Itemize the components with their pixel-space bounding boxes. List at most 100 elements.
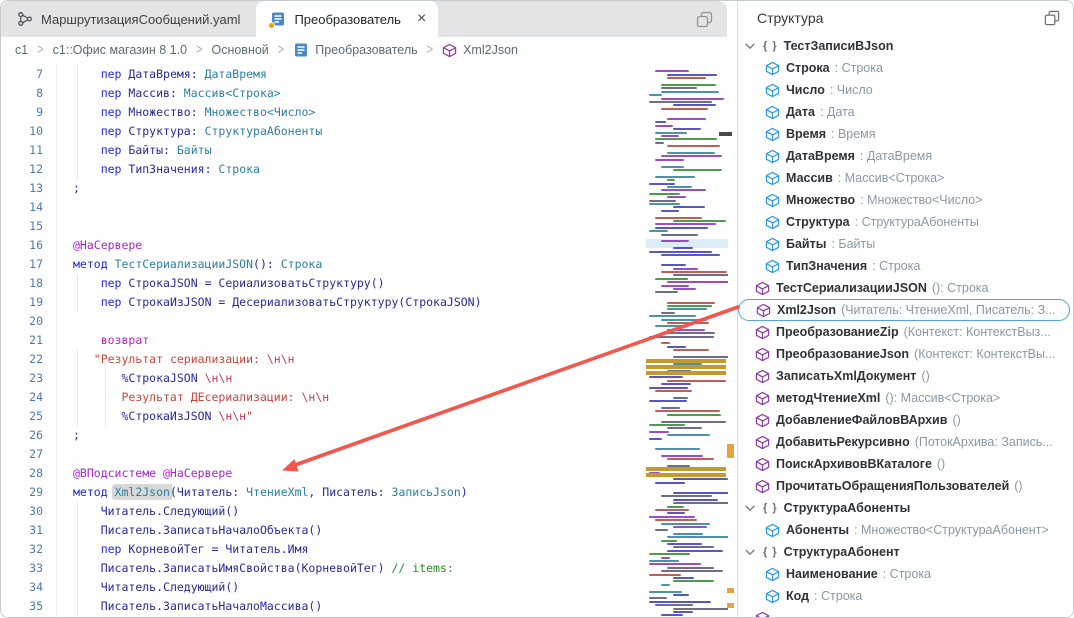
code-line[interactable]: 23 %СтрокаJSON \н\н	[1, 369, 737, 388]
code-line[interactable]: 33 Писатель.ЗаписатьИмяСвойства(Корневой…	[1, 559, 737, 578]
line-number[interactable]: 19	[1, 293, 43, 312]
tree-item-Наименование[interactable]: Наименование: Строка	[738, 563, 1074, 585]
code-line[interactable]: 19 пер СтрокаИзJSON = ДесериализоватьСтр…	[1, 293, 737, 312]
code-line[interactable]: 9 пер Множество: Множество<Число>	[1, 103, 737, 122]
tree-item-Число[interactable]: Число: Число	[738, 79, 1074, 101]
code-line[interactable]: 10 пер Структура: СтруктураАбоненты	[1, 122, 737, 141]
line-number[interactable]: 31	[1, 521, 43, 540]
tree-item-СтруктураАбонент[interactable]: { }СтруктураАбонент	[738, 541, 1074, 563]
code-line[interactable]: 13;	[1, 179, 737, 198]
breadcrumb-item[interactable]: Преобразователь	[293, 42, 417, 58]
line-number[interactable]: 20	[1, 312, 43, 331]
tree-item-partial[interactable]	[738, 607, 1074, 618]
line-number[interactable]: 8	[1, 84, 43, 103]
tree-item-ПоискАрхивовВКаталоге[interactable]: ПоискАрхивовВКаталоге()	[738, 453, 1074, 475]
tree-item-ЗаписатьXmlДокумент[interactable]: ЗаписатьXmlДокумент()	[738, 365, 1074, 387]
code-line[interactable]: 22 "Результат сериализации: \н\н	[1, 350, 737, 369]
code-line[interactable]: 30 Читатель.Следующий()	[1, 502, 737, 521]
line-number[interactable]: 30	[1, 502, 43, 521]
line-number[interactable]: 33	[1, 559, 43, 578]
tree-item-Xml2Json[interactable]: Xml2Json(Читатель: ЧтениеXml, Писатель: …	[738, 299, 1070, 321]
line-number[interactable]: 32	[1, 540, 43, 559]
code-editor[interactable]: 7 пер ДатаВремя: ДатаВремя8 пер Массив: …	[1, 63, 737, 618]
code-line[interactable]: 24 Результат ДЕсериализации: \н\н	[1, 388, 737, 407]
line-number[interactable]: 10	[1, 122, 43, 141]
code-line[interactable]: 32 пер КорневойТег = Читатель.Имя	[1, 540, 737, 559]
line-number[interactable]: 16	[1, 236, 43, 255]
code-line[interactable]: 8 пер Массив: Массив<Строка>	[1, 84, 737, 103]
line-number[interactable]: 22	[1, 350, 43, 369]
tree-item-Время[interactable]: Время: Время	[738, 123, 1074, 145]
code-line[interactable]: 20	[1, 312, 737, 331]
tree-item-ПреобразованиеJson[interactable]: ПреобразованиеJson(Контекст: КонтекстВы.…	[738, 343, 1074, 365]
code-line[interactable]: 26;	[1, 426, 737, 445]
line-number[interactable]: 29	[1, 483, 43, 502]
overview-ruler-mark[interactable]	[727, 588, 734, 593]
line-number[interactable]: 13	[1, 179, 43, 198]
tree-item-Байты[interactable]: Байты: Байты	[738, 233, 1074, 255]
code-line[interactable]: 31 Писатель.ЗаписатьНачалоОбъекта()	[1, 521, 737, 540]
minimap[interactable]	[646, 63, 728, 618]
line-number[interactable]: 28	[1, 464, 43, 483]
line-number[interactable]: 18	[1, 274, 43, 293]
code-line[interactable]: 27	[1, 445, 737, 464]
line-number[interactable]: 24	[1, 388, 43, 407]
overview-ruler-mark[interactable]	[719, 132, 732, 136]
line-number[interactable]: 7	[1, 65, 43, 84]
tree-item-ТестЗаписиВJson[interactable]: { }ТестЗаписиВJson	[738, 35, 1074, 57]
code-line[interactable]: 16@НаСервере	[1, 236, 737, 255]
line-number[interactable]: 26	[1, 426, 43, 445]
tree-item-ДобавлениеФайловВАрхив[interactable]: ДобавлениеФайловВАрхив()	[738, 409, 1074, 431]
overview-ruler-mark[interactable]	[727, 603, 734, 608]
tab-1[interactable]: МаршрутизацияСообщений.yaml	[1, 1, 256, 37]
code-line[interactable]: 15	[1, 217, 737, 236]
code-line[interactable]: 17метод ТестСериализацииJSON(): Строка	[1, 255, 737, 274]
line-number[interactable]: 15	[1, 217, 43, 236]
tree-item-Дата[interactable]: Дата: Дата	[738, 101, 1074, 123]
code-line[interactable]: 11 пер Байты: Байты	[1, 141, 737, 160]
breadcrumb-item[interactable]: c1::Офис магазин 8 1.0	[53, 43, 187, 57]
tree-item-методЧтениеXml[interactable]: методЧтениеXml(): Массив<Строка>	[738, 387, 1074, 409]
tab-2[interactable]: Преобразователь×	[256, 1, 438, 37]
code-line[interactable]: 7 пер ДатаВремя: ДатаВремя	[1, 65, 737, 84]
tree-item-СтруктураАбоненты[interactable]: { }СтруктураАбоненты	[738, 497, 1074, 519]
code-line[interactable]: 18 пер СтрокаJSON = СериализоватьСтрукту…	[1, 274, 737, 293]
tree-item-Структура[interactable]: Структура: СтруктураАбоненты	[738, 211, 1074, 233]
code-line[interactable]: 14	[1, 198, 737, 217]
code-line[interactable]: 34 Читатель.Следующий()	[1, 578, 737, 597]
breadcrumb-item[interactable]: Основной	[211, 43, 268, 57]
overview-ruler-mark[interactable]	[727, 444, 734, 458]
tree-item-Абоненты[interactable]: Абоненты: Множество<СтруктураАбонент>	[738, 519, 1074, 541]
tree-item-ТипЗначения[interactable]: ТипЗначения: Строка	[738, 255, 1074, 277]
tree-item-ДобавитьРекурсивно[interactable]: ДобавитьРекурсивно(ПотокАрхива: Запись..…	[738, 431, 1074, 453]
tree-item-Код[interactable]: Код: Строка	[738, 585, 1074, 607]
line-number[interactable]: 17	[1, 255, 43, 274]
code-line[interactable]: 12 пер ТипЗначения: Строка	[1, 160, 737, 179]
tree-item-ТестСериализацииJSON[interactable]: ТестСериализацииJSON(): Строка	[738, 277, 1074, 299]
tree-item-Множество[interactable]: Множество: Множество<Число>	[738, 189, 1074, 211]
line-number[interactable]: 21	[1, 331, 43, 350]
line-number[interactable]: 27	[1, 445, 43, 464]
tree-item-ПреобразованиеZip[interactable]: ПреобразованиеZip(Контекст: КонтекстВыз.…	[738, 321, 1074, 343]
line-number[interactable]: 25	[1, 407, 43, 426]
code-line[interactable]: 35 Писатель.ЗаписатьНачалоМассива()	[1, 597, 737, 616]
tree-item-ПрочитатьОбращенияПользователей[interactable]: ПрочитатьОбращенияПользователей()	[738, 475, 1074, 497]
line-number[interactable]: 11	[1, 141, 43, 160]
dock-panel-button[interactable]	[1044, 10, 1060, 26]
code-line[interactable]: 21 возврат	[1, 331, 737, 350]
tree-item-Строка[interactable]: Строка: Строка	[738, 57, 1074, 79]
code-line[interactable]: 25 %СтрокаИзJSON \н\н"	[1, 407, 737, 426]
line-number[interactable]: 35	[1, 597, 43, 616]
close-icon[interactable]: ×	[417, 11, 426, 27]
code-line[interactable]: 28@ВПодсистеме @НаСервере	[1, 464, 737, 483]
line-number[interactable]: 34	[1, 578, 43, 597]
line-number[interactable]: 12	[1, 160, 43, 179]
tree-item-ДатаВремя[interactable]: ДатаВремя: ДатаВремя	[738, 145, 1074, 167]
breadcrumb-item[interactable]: c1	[15, 43, 28, 57]
line-number[interactable]: 23	[1, 369, 43, 388]
breadcrumb-item[interactable]: Xml2Json	[442, 43, 518, 58]
code-line[interactable]: 29метод Xml2Json(Читатель: ЧтениеXml, Пи…	[1, 483, 737, 502]
tree-item-Массив[interactable]: Массив: Массив<Строка>	[738, 167, 1074, 189]
split-editor-button[interactable]	[682, 1, 727, 37]
line-number[interactable]: 14	[1, 198, 43, 217]
